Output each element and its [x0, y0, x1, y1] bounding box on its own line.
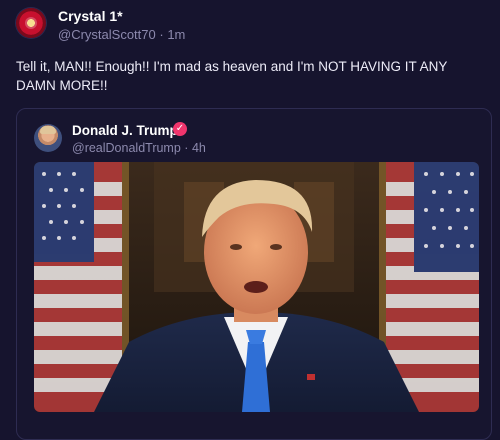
quoted-author-meta: @realDonaldTrump · 4h	[72, 141, 206, 155]
avatar[interactable]	[16, 8, 46, 38]
quoted-avatar[interactable]	[34, 124, 62, 152]
quoted-meta-separator: ·	[184, 141, 189, 155]
author-meta: @CrystalScott70 · 1m	[58, 27, 185, 42]
author-handle[interactable]: @CrystalScott70	[58, 27, 156, 42]
verified-badge-icon: ✓	[173, 122, 187, 136]
post: Crystal 1* @CrystalScott70 · 1m Tell it,…	[0, 0, 500, 440]
quoted-post-time[interactable]: 4h	[192, 141, 206, 155]
quoted-author-handle[interactable]: @realDonaldTrump	[72, 141, 181, 155]
video-thumbnail[interactable]	[34, 162, 479, 412]
quoted-post-card[interactable]: Donald J. Trump ✓ @realDonaldTrump · 4h	[16, 108, 492, 440]
post-text: Tell it, MAN!! Enough!! I'm mad as heave…	[16, 59, 448, 93]
post-time[interactable]: 1m	[167, 27, 185, 42]
video-frame	[34, 162, 479, 412]
meta-separator: ·	[159, 27, 164, 42]
quoted-author-name[interactable]: Donald J. Trump	[72, 123, 178, 138]
author-name[interactable]: Crystal 1*	[58, 8, 123, 24]
